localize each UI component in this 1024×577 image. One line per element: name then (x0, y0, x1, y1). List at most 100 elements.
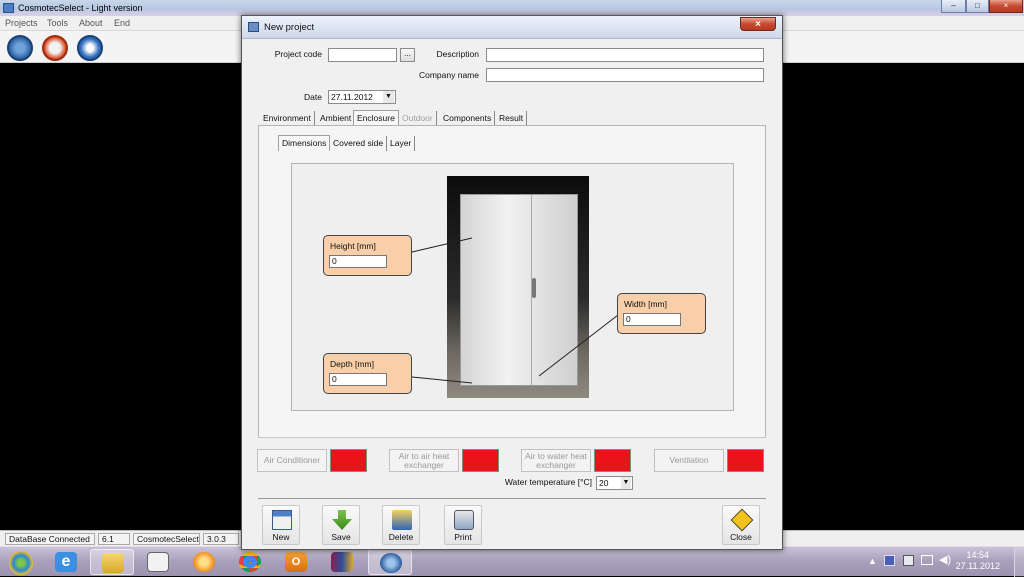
status-db-version: 6.1 (98, 533, 130, 545)
home-icon[interactable] (42, 35, 68, 61)
status-app-name: CosmotecSelect (133, 533, 200, 545)
tab-environment[interactable]: Environment (260, 111, 315, 126)
depth-input[interactable]: 0 (329, 373, 387, 386)
tab-enclosure[interactable]: Enclosure (353, 110, 399, 126)
tab-result[interactable]: Result (496, 111, 528, 126)
start-button[interactable] (0, 549, 42, 575)
save-button[interactable]: Save (322, 505, 360, 545)
company-name-label: Company name (418, 70, 479, 80)
company-name-input[interactable] (486, 68, 764, 82)
menu-projects[interactable]: Projects (5, 18, 38, 28)
chrome-icon (239, 552, 261, 572)
taskbar-cosmotec[interactable] (368, 549, 412, 575)
windows-start-icon (9, 551, 33, 575)
ventilation-button[interactable]: Ventilation (654, 449, 724, 472)
divider (258, 498, 766, 499)
tab-components[interactable]: Components (440, 111, 496, 126)
chevron-down-icon[interactable]: ▼ (621, 477, 631, 489)
new-project-dialog: New project × Project code ... Descripti… (241, 15, 783, 550)
height-input[interactable]: 0 (329, 255, 387, 268)
dialog-title: New project (264, 22, 315, 33)
water-temp-label: Water temperature [°C] (504, 477, 592, 487)
network-icon[interactable] (921, 555, 933, 565)
settings-gear-icon[interactable] (7, 35, 33, 61)
air-conditioner-button[interactable]: Air Conditioner (257, 449, 327, 472)
width-input[interactable]: 0 (623, 313, 681, 326)
water-temp-select[interactable]: 20 ▼ (596, 476, 633, 490)
description-input[interactable] (486, 48, 764, 62)
tray-arrow-icon[interactable]: ▲ (868, 556, 877, 566)
delete-icon (392, 510, 412, 530)
depth-callout-line (411, 376, 473, 384)
subtab-dimensions[interactable]: Dimensions (278, 135, 331, 151)
taskbar: e O ▲ ◀) 14:54 27.11.2012 (0, 546, 1024, 577)
taskbar-chrome[interactable] (228, 549, 272, 575)
subtab-covered-side[interactable]: Covered side (330, 136, 388, 151)
project-code-input[interactable] (328, 48, 397, 62)
width-box: Width [mm] 0 (617, 293, 706, 334)
new-button[interactable]: New (262, 505, 300, 545)
menu-end[interactable]: End (114, 18, 130, 28)
delete-label: Delete (388, 532, 414, 542)
taskbar-archive[interactable] (320, 549, 364, 575)
print-button[interactable]: Print (444, 505, 482, 545)
air-to-water-button[interactable]: Air to water heat exchanger (521, 449, 591, 472)
save-icon (332, 510, 352, 530)
minimize-icon[interactable]: – (941, 0, 966, 13)
clock[interactable]: 14:54 27.11.2012 (956, 550, 1000, 572)
cosmotec-gear-icon (380, 553, 402, 573)
taskbar-explorer[interactable] (90, 549, 134, 575)
air-conditioner-indicator (330, 449, 367, 472)
save-label: Save (331, 532, 351, 542)
tray-flag-icon[interactable] (903, 555, 914, 566)
tray-app-icon[interactable] (884, 555, 895, 566)
print-icon (454, 510, 474, 530)
height-box: Height [mm] 0 (323, 235, 412, 276)
app-close-icon[interactable]: × (989, 0, 1023, 13)
width-label: Width [mm] (624, 299, 667, 309)
app-icon (3, 3, 14, 13)
ventilation-indicator (727, 449, 764, 472)
air-to-air-indicator (462, 449, 499, 472)
taskbar-task[interactable] (136, 549, 180, 575)
description-label: Description (436, 49, 479, 59)
divider (258, 437, 766, 438)
dimensions-panel: Height [mm] 0 Width [mm] 0 Depth [mm] 0 (291, 163, 734, 411)
depth-label: Depth [mm] (330, 359, 374, 369)
air-to-air-button[interactable]: Air to air heat exchanger (389, 449, 459, 472)
taskbar-ie[interactable]: e (44, 549, 88, 575)
close-button[interactable]: Close (722, 505, 760, 545)
maximize-icon[interactable]: □ (966, 0, 989, 13)
delete-button[interactable]: Delete (382, 505, 420, 545)
subtab-layer[interactable]: Layer (387, 136, 416, 151)
depth-box: Depth [mm] 0 (323, 353, 412, 394)
document-check-icon (147, 552, 169, 572)
folder-icon (102, 553, 124, 573)
taskbar-media[interactable] (182, 549, 226, 575)
info-icon[interactable]: i (77, 35, 103, 61)
menu-about[interactable]: About (79, 18, 103, 28)
dialog-app-icon (248, 22, 259, 32)
volume-icon[interactable]: ◀) (939, 553, 951, 566)
height-callout-line (411, 237, 473, 253)
close-label: Close (730, 532, 752, 542)
new-label: New (272, 532, 290, 542)
dialog-titlebar: New project × (242, 16, 782, 39)
dialog-close-icon[interactable]: × (740, 17, 776, 31)
tab-ambient[interactable]: Ambient (317, 111, 356, 126)
status-app-version: 3.0.3 (203, 533, 239, 545)
outlook-icon: O (285, 552, 307, 572)
date-value: 27.11.2012 (331, 92, 373, 102)
taskbar-outlook[interactable]: O (274, 549, 318, 575)
menu-tools[interactable]: Tools (47, 18, 68, 28)
height-label: Height [mm] (330, 241, 376, 251)
clock-time: 14:54 (966, 550, 990, 560)
archive-icon (331, 552, 353, 572)
date-picker[interactable]: 27.11.2012 ▼ (328, 90, 396, 104)
new-icon (272, 510, 292, 530)
water-temp-value: 20 (599, 478, 609, 488)
chevron-down-icon[interactable]: ▼ (383, 91, 394, 103)
date-label: Date (304, 92, 322, 102)
air-to-water-indicator (594, 449, 631, 472)
show-desktop-button[interactable] (1014, 547, 1024, 577)
